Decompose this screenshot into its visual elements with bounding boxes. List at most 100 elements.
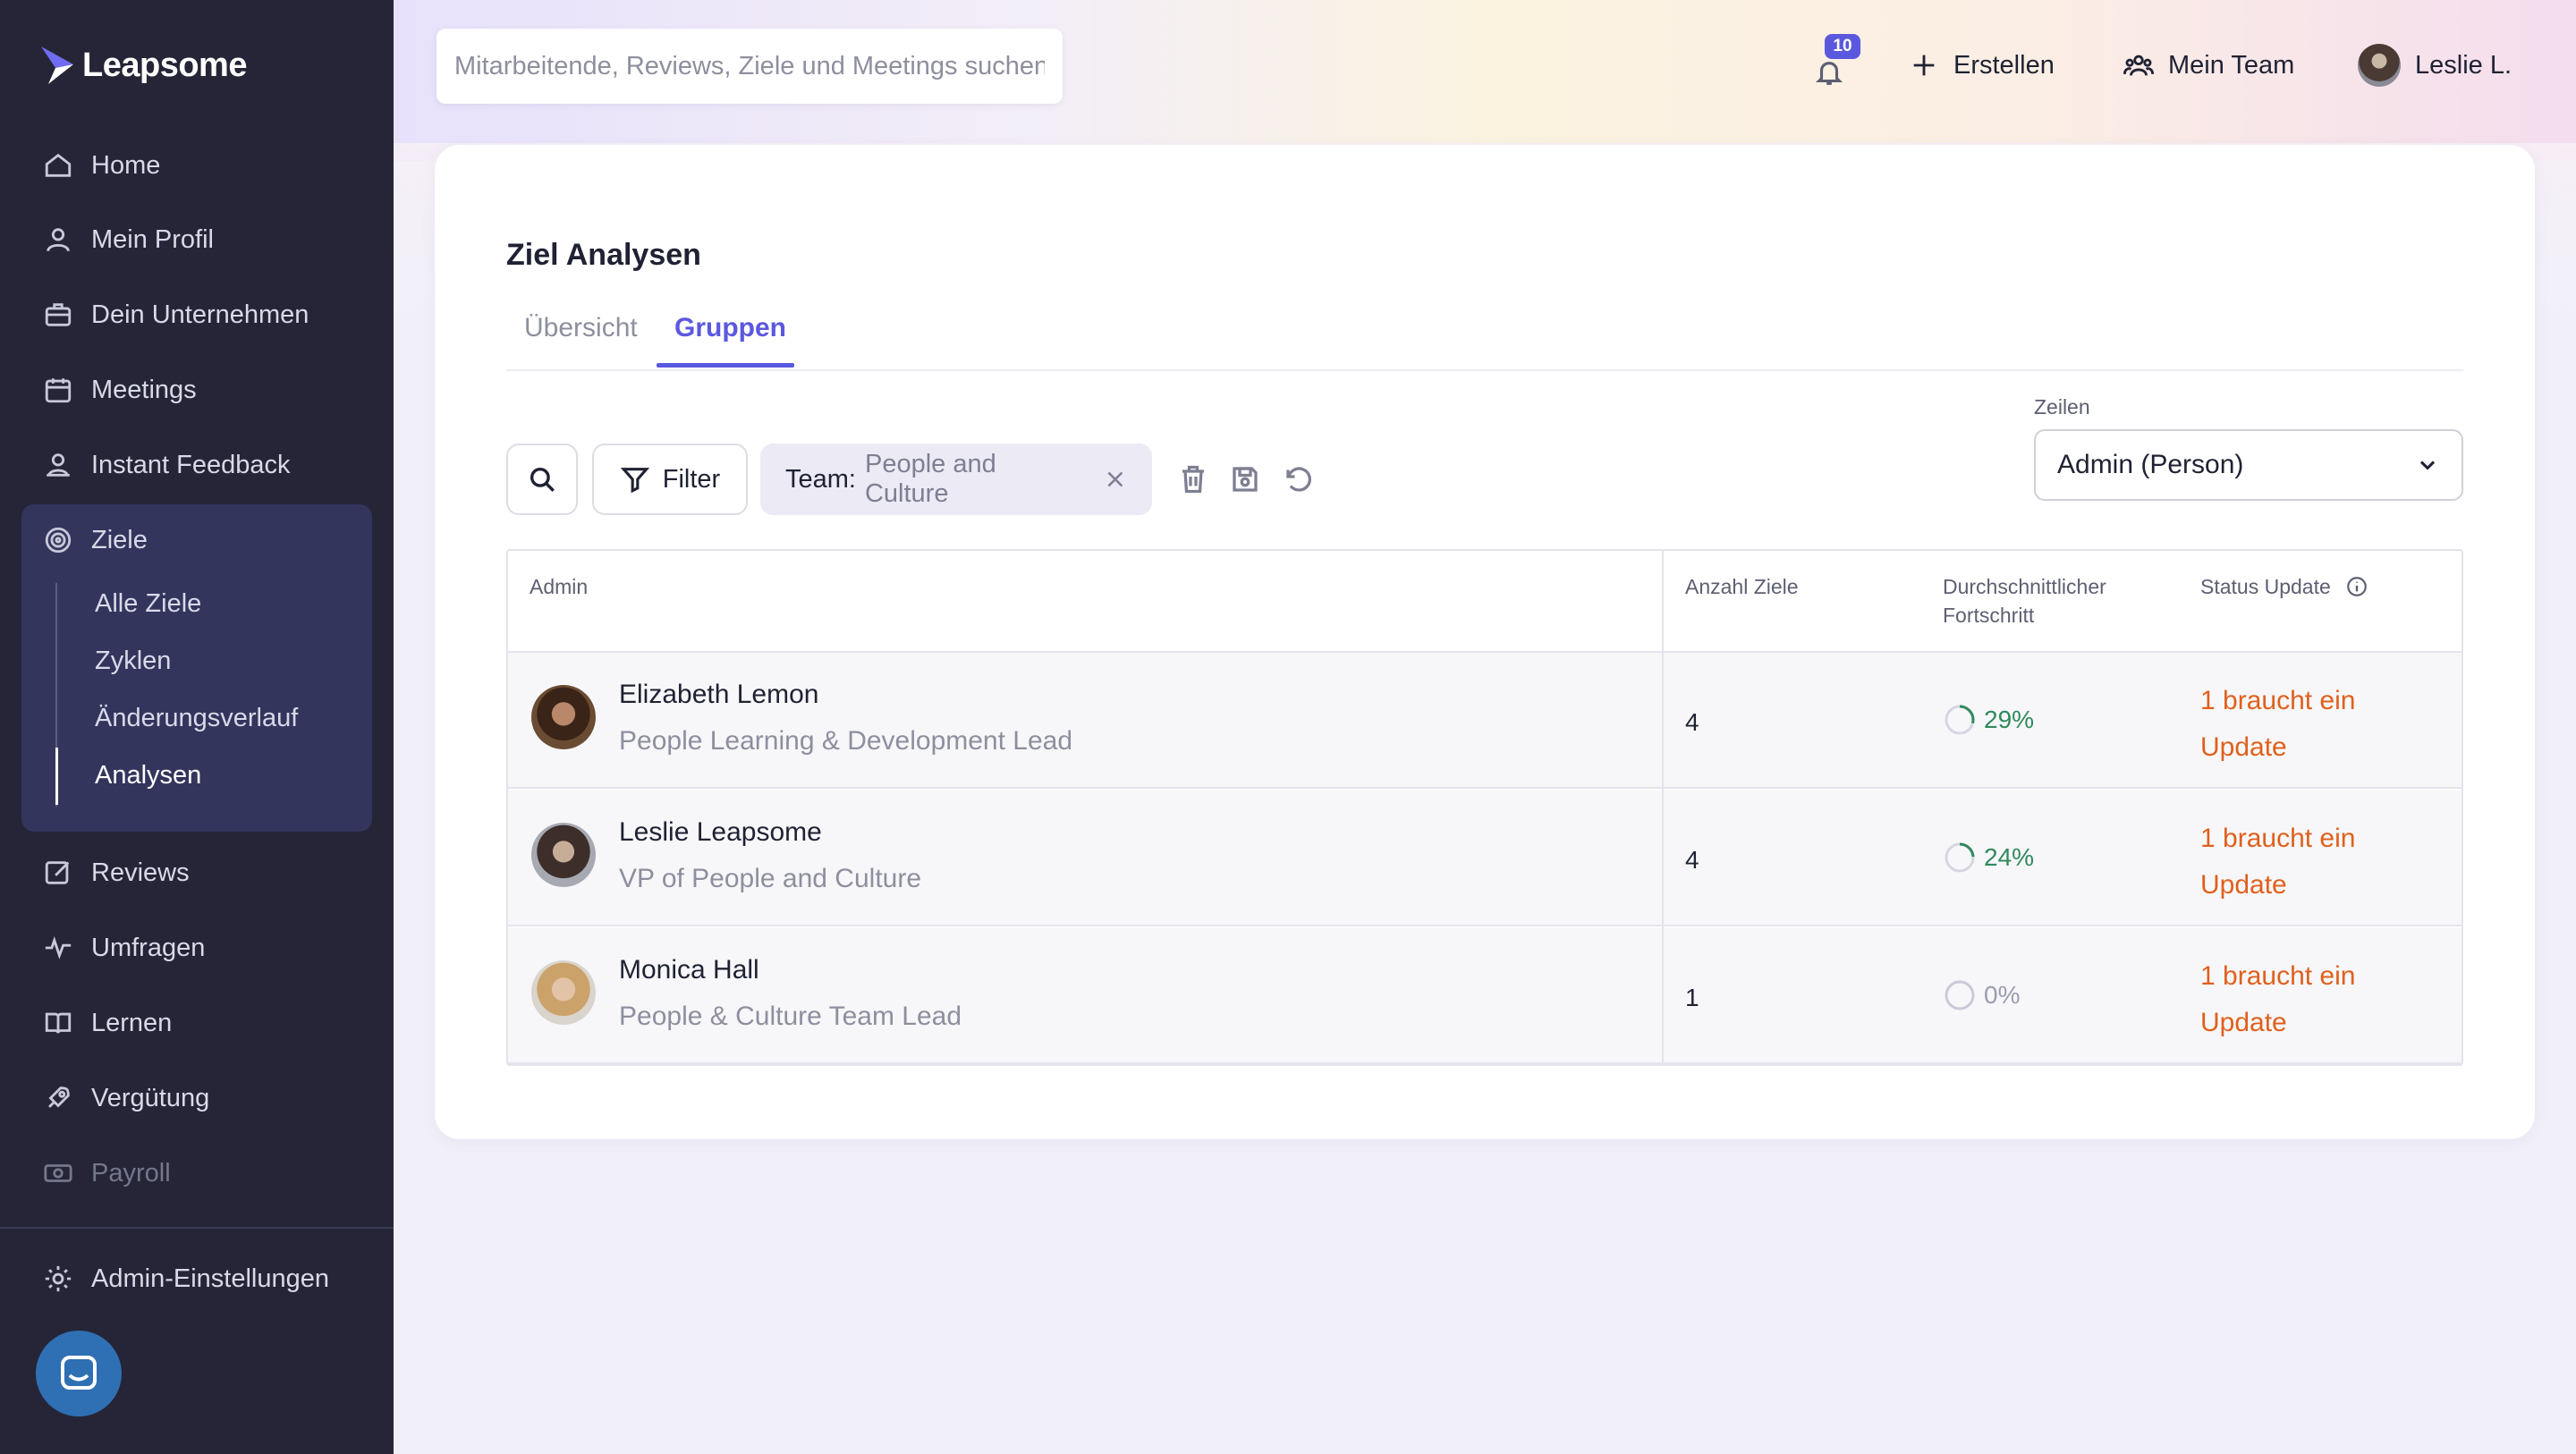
rows-select[interactable]: Admin (Person)	[2034, 429, 2463, 501]
progress-ring-icon	[1945, 705, 1975, 735]
sidebar-item-ziele[interactable]: Ziele	[43, 513, 148, 567]
status-line1: 1 braucht ein	[2200, 686, 2356, 715]
sidebar-item-label: Mein Profil	[91, 224, 214, 254]
progress-value: 29%	[1984, 706, 2035, 733]
column-header-admin[interactable]: Admin	[530, 572, 588, 601]
briefcase-icon	[45, 303, 72, 326]
user-menu-button[interactable]: Leslie L.	[2358, 44, 2512, 87]
progress-value: 0%	[1984, 981, 2021, 1009]
row-divider	[508, 925, 2462, 926]
delete-filter-button[interactable]	[1177, 463, 1209, 495]
leapsome-logo-icon	[41, 46, 73, 84]
sidebar-item-home[interactable]: Home	[43, 139, 160, 192]
global-search[interactable]	[436, 29, 1063, 104]
tab-gruppen[interactable]: Gruppen	[674, 313, 786, 343]
sidebar-item-lernen[interactable]: Lernen	[43, 996, 172, 1050]
feedback-icon	[47, 453, 70, 477]
sidebar-subitem-analysen[interactable]: Analysen	[95, 761, 201, 790]
row-divider	[508, 787, 2462, 789]
global-search-input[interactable]	[454, 51, 1045, 81]
sidebar-item-mein-profil[interactable]: Mein Profil	[43, 213, 214, 266]
sidebar-item-label: Meetings	[91, 375, 197, 404]
goal-count: 1	[1685, 984, 1699, 1011]
column-header-anzahl-ziele[interactable]: Anzahl Ziele	[1685, 572, 1799, 601]
sidebar-item-umfragen[interactable]: Umfragen	[43, 921, 205, 975]
pulse-icon	[45, 936, 72, 959]
user-icon	[47, 228, 70, 252]
save-filter-button[interactable]	[1229, 463, 1261, 495]
table-row[interactable]: Leslie Leapsome VP of People and Culture…	[508, 790, 2462, 926]
column-header-fortschritt-line2: Fortschritt	[1943, 604, 2035, 627]
save-icon	[1233, 467, 1258, 492]
trash-icon	[1182, 465, 1204, 494]
sidebar-item-label: Payroll	[91, 1158, 171, 1188]
info-icon[interactable]	[2345, 575, 2368, 598]
sidebar-item-label: Instant Feedback	[91, 450, 291, 479]
team-filter-chip[interactable]: Team: People and Culture	[760, 444, 1152, 515]
sidebar-item-payroll[interactable]: Payroll	[43, 1146, 171, 1200]
calendar-icon	[45, 378, 72, 403]
person-role: People Learning & Development Lead	[619, 726, 1073, 756]
create-label: Erstellen	[1953, 50, 2055, 80]
sidebar-item-dein-unternehmen[interactable]: Dein Unternehmen	[43, 288, 309, 342]
average-progress: 24%	[1943, 841, 2034, 875]
rows-select-label: Zeilen	[2034, 395, 2090, 418]
sidebar-item-label: Admin-Einstellungen	[91, 1264, 329, 1293]
status-update-link[interactable]: 1 braucht ein Update	[2200, 678, 2397, 771]
close-icon[interactable]	[1104, 468, 1127, 491]
person-name[interactable]: Monica Hall	[619, 955, 759, 985]
tab-uebersicht[interactable]: Übersicht	[524, 313, 638, 343]
sidebar-item-meetings[interactable]: Meetings	[43, 363, 197, 417]
create-button[interactable]: Erstellen	[1909, 45, 2055, 86]
progress-value: 24%	[1984, 843, 2035, 871]
chat-launcher-button[interactable]	[36, 1331, 122, 1416]
notification-count-badge: 10	[1825, 34, 1860, 59]
active-tab-indicator	[657, 363, 794, 368]
table-row[interactable]: Monica Hall People & Culture Team Lead 1…	[508, 928, 2462, 1064]
status-update-link[interactable]: 1 braucht ein Update	[2200, 816, 2397, 909]
person-name[interactable]: Elizabeth Lemon	[619, 680, 818, 710]
edit-icon	[45, 861, 70, 884]
sidebar-subitem-alle-ziele[interactable]: Alle Ziele	[95, 589, 201, 619]
column-header-fortschritt[interactable]: Durchschnittlicher Fortschritt	[1943, 572, 2106, 630]
sidebar-item-reviews[interactable]: Reviews	[43, 846, 190, 900]
column-header-status-update[interactable]: Status Update	[2200, 572, 2368, 601]
sidebar-item-label: Vergütung	[91, 1083, 210, 1112]
my-team-label: Mein Team	[2168, 50, 2295, 80]
average-progress: 0%	[1943, 978, 2020, 1012]
sidebar-item-label: Ziele	[91, 525, 148, 554]
status-line2: Update	[2200, 1008, 2287, 1037]
leapsome-logo[interactable]: Leapsome	[39, 45, 247, 86]
plus-icon	[1913, 55, 1935, 76]
status-header-label: Status Update	[2200, 575, 2331, 598]
my-team-button[interactable]: Mein Team	[2123, 45, 2294, 86]
table-search-button[interactable]	[506, 444, 578, 515]
sidebar-item-label: Lernen	[91, 1008, 173, 1037]
user-avatar	[2358, 44, 2401, 87]
avatar	[531, 960, 596, 1025]
sidebar-item-label: Reviews	[91, 858, 190, 887]
filter-label: Filter	[662, 464, 721, 494]
target-icon	[45, 527, 72, 554]
person-name[interactable]: Leslie Leapsome	[619, 817, 822, 848]
status-line1: 1 braucht ein	[2200, 961, 2356, 991]
sidebar-item-instant-feedback[interactable]: Instant Feedback	[43, 438, 290, 492]
team-icon	[2123, 55, 2154, 76]
reset-filter-button[interactable]	[1283, 463, 1315, 495]
sidebar-item-admin-einstellungen[interactable]: Admin-Einstellungen	[43, 1252, 329, 1306]
gear-icon	[45, 1265, 72, 1292]
rows-select-value: Admin (Person)	[2057, 450, 2244, 479]
sidebar-subitem-zyklen[interactable]: Zyklen	[95, 647, 171, 676]
groups-table: Admin Anzahl Ziele Durchschnittlicher Fo…	[506, 549, 2463, 1066]
home-icon	[45, 153, 72, 177]
tabs-divider	[506, 369, 2463, 371]
submenu-active-indicator	[55, 748, 58, 805]
status-update-link[interactable]: 1 braucht ein Update	[2200, 953, 2397, 1046]
progress-ring-icon	[1945, 980, 1975, 1010]
sidebar-subitem-aenderungsverlauf[interactable]: Änderungsverlauf	[95, 704, 298, 733]
sidebar-item-verguetung[interactable]: Vergütung	[43, 1071, 209, 1125]
chat-icon	[61, 1356, 97, 1390]
status-line1: 1 braucht ein	[2200, 824, 2356, 853]
filter-button[interactable]: Filter	[592, 444, 748, 515]
table-row[interactable]: Elizabeth Lemon People Learning & Develo…	[508, 653, 2462, 789]
